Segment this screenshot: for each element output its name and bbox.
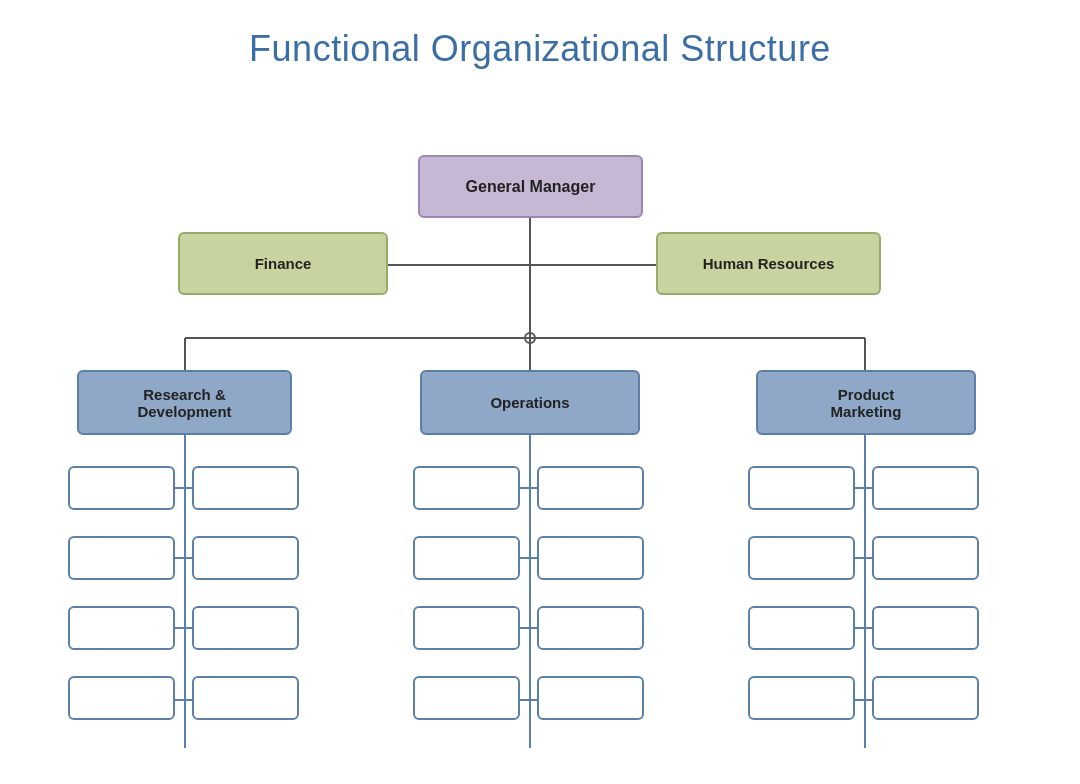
rd-left-2 xyxy=(68,536,175,580)
pm-left-3 xyxy=(748,606,855,650)
rd-left-4 xyxy=(68,676,175,720)
rd-right-2 xyxy=(192,536,299,580)
pm-right-3 xyxy=(872,606,979,650)
human-resources-box: Human Resources xyxy=(656,232,881,295)
rd-left-1 xyxy=(68,466,175,510)
rd-left-3 xyxy=(68,606,175,650)
finance-box: Finance xyxy=(178,232,388,295)
pm-left-1 xyxy=(748,466,855,510)
ops-left-1 xyxy=(413,466,520,510)
operations-box: Operations xyxy=(420,370,640,435)
ops-right-1 xyxy=(537,466,644,510)
ops-left-4 xyxy=(413,676,520,720)
rd-right-4 xyxy=(192,676,299,720)
research-development-box: Research & Development xyxy=(77,370,292,435)
svg-point-6 xyxy=(525,333,535,343)
pm-left-4 xyxy=(748,676,855,720)
ops-left-2 xyxy=(413,536,520,580)
ops-left-3 xyxy=(413,606,520,650)
pm-right-2 xyxy=(872,536,979,580)
rd-right-3 xyxy=(192,606,299,650)
pm-right-4 xyxy=(872,676,979,720)
pm-right-1 xyxy=(872,466,979,510)
ops-right-4 xyxy=(537,676,644,720)
page: Functional Organizational Structure xyxy=(0,0,1080,784)
ops-right-2 xyxy=(537,536,644,580)
general-manager-box: General Manager xyxy=(418,155,643,218)
rd-right-1 xyxy=(192,466,299,510)
pm-left-2 xyxy=(748,536,855,580)
product-marketing-box: Product Marketing xyxy=(756,370,976,435)
ops-right-3 xyxy=(537,606,644,650)
page-title: Functional Organizational Structure xyxy=(0,0,1080,70)
